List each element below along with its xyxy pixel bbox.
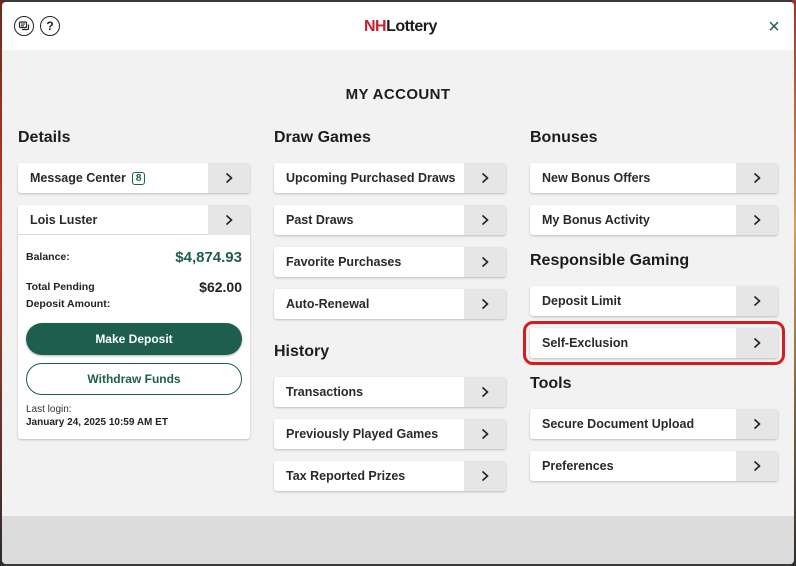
secure-document-upload-row[interactable]: Secure Document Upload [530, 409, 778, 439]
favorite-purchases-row[interactable]: Favorite Purchases [274, 247, 506, 277]
deposit-limit-row[interactable]: Deposit Limit [530, 286, 778, 316]
row-label: Auto-Renewal [286, 297, 370, 311]
account-modal: ? NH Lottery × MY ACCOUNT Details Message… [2, 2, 794, 564]
row-label: Favorite Purchases [286, 255, 402, 269]
past-draws-row[interactable]: Past Draws [274, 205, 506, 235]
tools-title: Tools [530, 375, 572, 392]
close-icon[interactable]: × [764, 17, 784, 37]
previously-played-games-row[interactable]: Previously Played Games [274, 419, 506, 449]
row-label: Secure Document Upload [542, 417, 695, 431]
message-center-row[interactable]: Message Center 8 [18, 163, 250, 193]
last-login: Last login: January 24, 2025 10:59 AM ET [26, 403, 168, 429]
pending-label: Total Pending Deposit Amount: [26, 279, 110, 313]
chat-icon[interactable] [14, 16, 34, 36]
last-login-label: Last login: [26, 404, 72, 415]
responsible-gaming-title: Responsible Gaming [530, 252, 690, 269]
message-count-badge: 8 [131, 171, 146, 185]
chevron-right-icon[interactable] [208, 163, 250, 193]
page-title: MY ACCOUNT [345, 86, 451, 103]
row-label: Previously Played Games [286, 427, 439, 441]
preferences-row[interactable]: Preferences [530, 451, 778, 481]
balance-value: $4,874.93 [175, 249, 242, 266]
top-bar: ? NH Lottery × [2, 2, 794, 50]
footer-bar [2, 516, 794, 564]
row-label: Preferences [542, 459, 614, 473]
bonuses-column: Bonuses New Bonus Offers My Bonus Activi… [523, 129, 785, 481]
details-column: Details Message Center 8 Lois Luster Bal… [18, 129, 250, 439]
help-icon[interactable]: ? [40, 16, 60, 36]
chevron-right-icon[interactable] [736, 451, 778, 481]
chevron-right-icon[interactable] [464, 247, 506, 277]
nh-lottery-logo: NH Lottery [364, 16, 437, 38]
row-label: Upcoming Purchased Draws [286, 171, 456, 185]
balance-label: Balance: [26, 251, 70, 263]
chevron-right-icon[interactable] [464, 419, 506, 449]
chevron-right-icon[interactable] [736, 205, 778, 235]
user-name: Lois Luster [30, 212, 98, 227]
bonuses-title: Bonuses [530, 129, 598, 146]
row-label: My Bonus Activity [542, 213, 650, 227]
pending-value: $62.00 [199, 279, 242, 295]
transactions-row[interactable]: Transactions [274, 377, 506, 407]
chevron-right-icon[interactable] [464, 461, 506, 491]
withdraw-funds-button[interactable]: Withdraw Funds [26, 363, 242, 395]
chevron-right-icon[interactable] [464, 205, 506, 235]
row-label: New Bonus Offers [542, 171, 651, 185]
chevron-right-icon[interactable] [464, 289, 506, 319]
chevron-right-icon[interactable] [464, 377, 506, 407]
new-bonus-offers-row[interactable]: New Bonus Offers [530, 163, 778, 193]
pending-label-line1: Total Pending [26, 281, 95, 293]
make-deposit-button[interactable]: Make Deposit [26, 323, 242, 355]
draw-games-title: Draw Games [274, 129, 371, 146]
row-label: Transactions [286, 385, 364, 399]
draw-games-column: Draw Games Upcoming Purchased Draws Past… [274, 129, 506, 491]
profile-row[interactable]: Lois Luster [18, 204, 250, 235]
last-login-value: January 24, 2025 10:59 AM ET [26, 417, 168, 428]
logo-nh-text: NH [364, 18, 387, 35]
chevron-right-icon[interactable] [208, 204, 250, 235]
self-exclusion-row[interactable]: Self-Exclusion [523, 321, 785, 365]
message-center-label: Message Center [30, 171, 126, 185]
details-title: Details [18, 129, 71, 146]
upcoming-purchased-draws-row[interactable]: Upcoming Purchased Draws [274, 163, 506, 193]
chevron-right-icon[interactable] [736, 163, 778, 193]
pending-label-line2: Deposit Amount: [26, 298, 111, 310]
chevron-right-icon[interactable] [736, 286, 778, 316]
chevron-right-icon[interactable] [736, 409, 778, 439]
tax-reported-prizes-row[interactable]: Tax Reported Prizes [274, 461, 506, 491]
message-center-label-wrap: Message Center 8 [18, 171, 208, 185]
chevron-right-icon[interactable] [736, 328, 778, 358]
account-card: Lois Luster Balance: $4,874.93 Total Pen… [18, 204, 250, 439]
row-label: Past Draws [286, 213, 354, 227]
row-label: Tax Reported Prizes [286, 469, 406, 483]
row-label: Self-Exclusion [542, 336, 629, 350]
my-bonus-activity-row[interactable]: My Bonus Activity [530, 205, 778, 235]
history-title: History [274, 343, 330, 360]
auto-renewal-row[interactable]: Auto-Renewal [274, 289, 506, 319]
row-label: Deposit Limit [542, 294, 622, 308]
pending-row: Total Pending Deposit Amount: $62.00 [26, 279, 242, 313]
chevron-right-icon[interactable] [464, 163, 506, 193]
logo-lottery-text: Lottery [386, 18, 437, 35]
balance-row: Balance: $4,874.93 [26, 249, 242, 266]
